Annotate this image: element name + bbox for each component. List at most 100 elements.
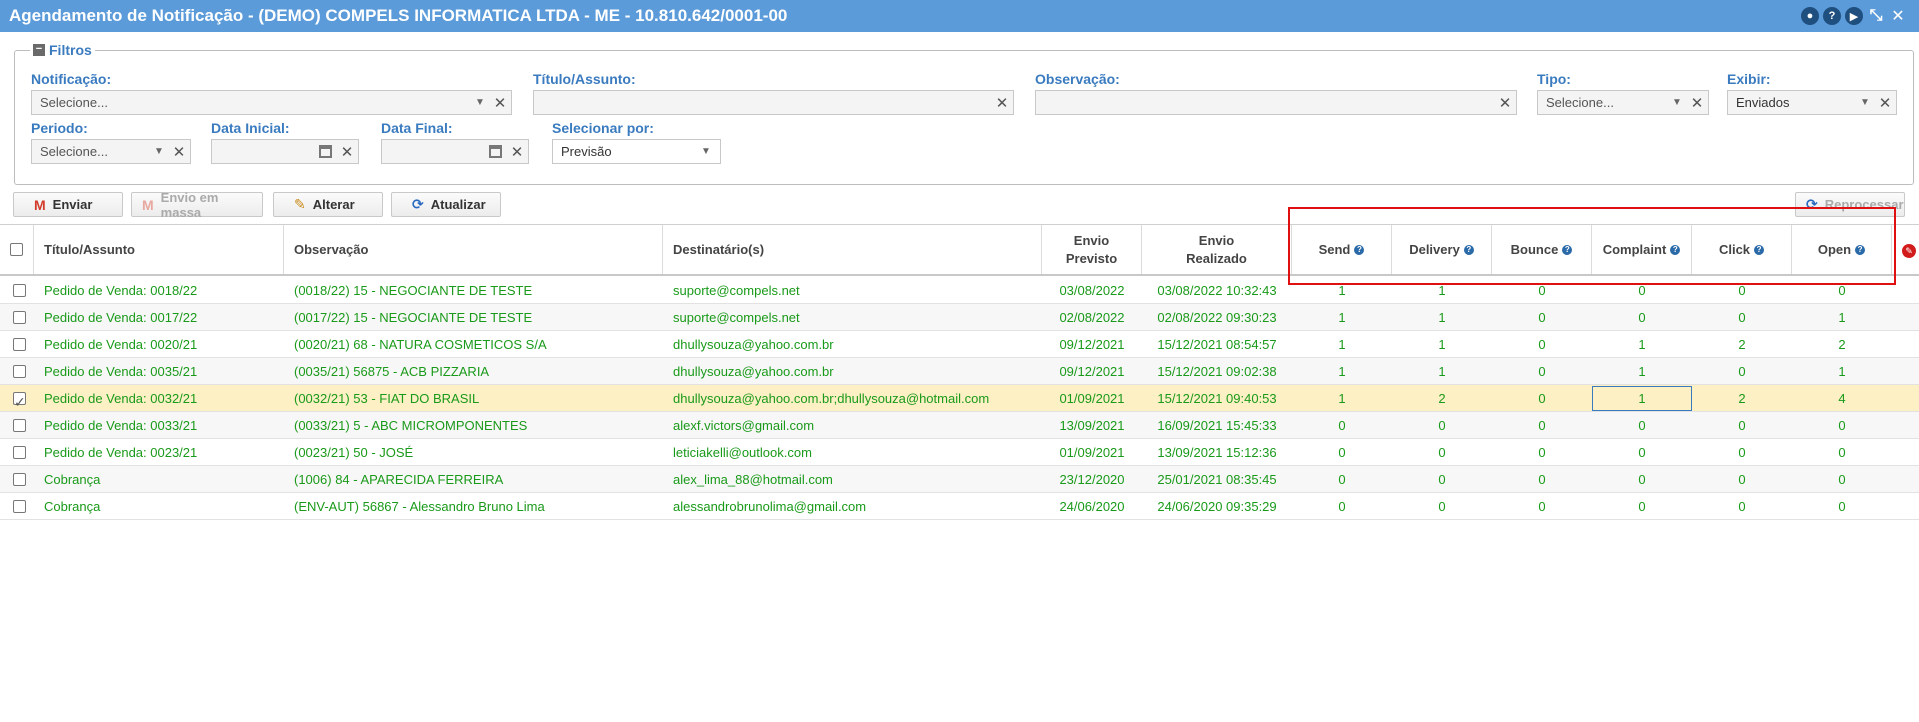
cell-send[interactable]: 1: [1292, 331, 1392, 358]
cell-open[interactable]: 1: [1792, 304, 1892, 331]
cell-titulo[interactable]: Pedido de Venda: 0018/22: [44, 277, 282, 304]
cell-titulo[interactable]: Pedido de Venda: 0020/21: [44, 331, 282, 358]
cell-titulo[interactable]: Pedido de Venda: 0035/21: [44, 358, 282, 385]
cell-open[interactable]: 0: [1792, 277, 1892, 304]
cell-open[interactable]: 2: [1792, 331, 1892, 358]
row-checkbox[interactable]: [13, 365, 26, 378]
atualizar-button[interactable]: ⟳ Atualizar: [391, 192, 501, 217]
cell-bounce[interactable]: 0: [1492, 439, 1592, 466]
cell-bounce[interactable]: 0: [1492, 358, 1592, 385]
cell-delivery[interactable]: 1: [1392, 358, 1492, 385]
selecionar-por-select[interactable]: Previsão ▼: [552, 139, 721, 164]
cell-real[interactable]: 16/09/2021 15:45:33: [1142, 412, 1292, 439]
observacao-input[interactable]: ✕: [1035, 90, 1517, 115]
reprocessar-button[interactable]: ⟳ Reprocessar: [1795, 192, 1905, 217]
cell-send[interactable]: 1: [1292, 304, 1392, 331]
cell-complaint[interactable]: 1: [1592, 331, 1692, 358]
table-row[interactable]: Pedido de Venda: 0032/21 (0032/21) 53 - F…: [0, 385, 1919, 412]
cell-titulo[interactable]: Pedido de Venda: 0033/21: [44, 412, 282, 439]
cell-real[interactable]: 13/09/2021 15:12:36: [1142, 439, 1292, 466]
clear-icon[interactable]: ✕: [1874, 94, 1896, 112]
col-send[interactable]: Send?: [1292, 225, 1392, 274]
cell-dest[interactable]: suporte@compels.net: [673, 277, 1040, 304]
clear-icon[interactable]: ✕: [336, 143, 358, 161]
cell-dest[interactable]: dhullysouza@yahoo.com.br;dhullysouza@hot…: [673, 385, 1040, 412]
help-icon[interactable]: ?: [1855, 244, 1866, 255]
close-icon[interactable]: ✕: [1889, 7, 1907, 25]
col-destinatarios[interactable]: Destinatário(s): [663, 225, 1042, 274]
table-row[interactable]: Cobrança (ENV-AUT) 56867 - Alessandro Bru…: [0, 493, 1919, 520]
cell-prev[interactable]: 01/09/2021: [1042, 439, 1142, 466]
data-inicial-input[interactable]: ✕: [211, 139, 359, 164]
cell-click[interactable]: 2: [1692, 385, 1792, 412]
row-checkbox[interactable]: [13, 446, 26, 459]
cell-complaint[interactable]: 1: [1592, 358, 1692, 385]
cell-obs[interactable]: (0020/21) 68 - NATURA COSMETICOS S/A: [294, 331, 661, 358]
settings-icon[interactable]: ●: [1801, 7, 1819, 25]
cell-real[interactable]: 02/08/2022 09:30:23: [1142, 304, 1292, 331]
clear-icon[interactable]: ✕: [489, 94, 511, 112]
cell-obs[interactable]: (0032/21) 53 - FIAT DO BRASIL: [294, 385, 661, 412]
help-icon[interactable]: ?: [1463, 244, 1474, 255]
filters-legend[interactable]: − Filtros: [30, 42, 95, 58]
cell-send[interactable]: 0: [1292, 466, 1392, 493]
cell-click[interactable]: 0: [1692, 493, 1792, 520]
cell-open[interactable]: 1: [1792, 358, 1892, 385]
exibir-select[interactable]: Enviados ▼ ✕: [1727, 90, 1897, 115]
cell-complaint[interactable]: 1: [1592, 386, 1692, 411]
cell-titulo[interactable]: Pedido de Venda: 0032/21: [44, 385, 282, 412]
cell-send[interactable]: 1: [1292, 358, 1392, 385]
col-open[interactable]: Open?: [1792, 225, 1892, 274]
cell-prev[interactable]: 03/08/2022: [1042, 277, 1142, 304]
col-titulo[interactable]: Título/Assunto: [34, 225, 284, 274]
row-checkbox[interactable]: [13, 284, 26, 297]
cell-dest[interactable]: suporte@compels.net: [673, 304, 1040, 331]
alterar-button[interactable]: ✎ Alterar: [273, 192, 383, 217]
notificacao-select[interactable]: Selecione... ▼ ✕: [31, 90, 512, 115]
cell-complaint[interactable]: 0: [1592, 277, 1692, 304]
chevron-down-icon[interactable]: ▼: [150, 146, 168, 157]
help-icon[interactable]: ?: [1354, 244, 1365, 255]
help-icon[interactable]: ?: [1754, 244, 1765, 255]
cell-dest[interactable]: alessandrobrunolima@gmail.com: [673, 493, 1040, 520]
cell-dest[interactable]: leticiakelli@outlook.com: [673, 439, 1040, 466]
tipo-select[interactable]: Selecione... ▼ ✕: [1537, 90, 1709, 115]
cell-send[interactable]: 0: [1292, 412, 1392, 439]
cell-click[interactable]: 2: [1692, 331, 1792, 358]
cell-complaint[interactable]: 0: [1592, 493, 1692, 520]
table-row[interactable]: Pedido de Venda: 0035/21 (0035/21) 56875 …: [0, 358, 1919, 385]
cell-prev[interactable]: 02/08/2022: [1042, 304, 1142, 331]
cell-obs[interactable]: (0023/21) 50 - JOSÉ: [294, 439, 661, 466]
cell-open[interactable]: 0: [1792, 412, 1892, 439]
cell-complaint[interactable]: 0: [1592, 304, 1692, 331]
cell-click[interactable]: 0: [1692, 304, 1792, 331]
help-icon[interactable]: ?: [1670, 244, 1681, 255]
clear-icon[interactable]: ✕: [1494, 94, 1516, 112]
cell-send[interactable]: 0: [1292, 439, 1392, 466]
cell-real[interactable]: 24/06/2020 09:35:29: [1142, 493, 1292, 520]
cell-bounce[interactable]: 0: [1492, 412, 1592, 439]
cell-click[interactable]: 0: [1692, 466, 1792, 493]
cell-obs[interactable]: (0035/21) 56875 - ACB PIZZARIA: [294, 358, 661, 385]
cell-titulo[interactable]: Pedido de Venda: 0023/21: [44, 439, 282, 466]
cell-prev[interactable]: 24/06/2020: [1042, 493, 1142, 520]
cell-open[interactable]: 0: [1792, 493, 1892, 520]
cell-prev[interactable]: 23/12/2020: [1042, 466, 1142, 493]
cell-obs[interactable]: (0017/22) 15 - NEGOCIANTE DE TESTE: [294, 304, 661, 331]
col-envio-realizado[interactable]: Envio Realizado: [1142, 225, 1292, 274]
cell-obs[interactable]: (0018/22) 15 - NEGOCIANTE DE TESTE: [294, 277, 661, 304]
col-observacao[interactable]: Observação: [284, 225, 663, 274]
cell-titulo[interactable]: Cobrança: [44, 493, 282, 520]
table-row[interactable]: Pedido de Venda: 0018/22 (0018/22) 15 - N…: [0, 277, 1919, 304]
cell-bounce[interactable]: 0: [1492, 385, 1592, 412]
col-delivery[interactable]: Delivery?: [1392, 225, 1492, 274]
cell-delivery[interactable]: 0: [1392, 466, 1492, 493]
cell-titulo[interactable]: Cobrança: [44, 466, 282, 493]
shrink-icon[interactable]: ⤡: [1867, 7, 1885, 25]
cell-complaint[interactable]: 0: [1592, 412, 1692, 439]
cell-real[interactable]: 25/01/2021 08:35:45: [1142, 466, 1292, 493]
cell-obs[interactable]: (0033/21) 5 - ABC MICROMPONENTES: [294, 412, 661, 439]
clear-icon[interactable]: ✕: [168, 143, 190, 161]
table-row[interactable]: Pedido de Venda: 0020/21 (0020/21) 68 - N…: [0, 331, 1919, 358]
chevron-down-icon[interactable]: ▼: [1856, 97, 1874, 108]
